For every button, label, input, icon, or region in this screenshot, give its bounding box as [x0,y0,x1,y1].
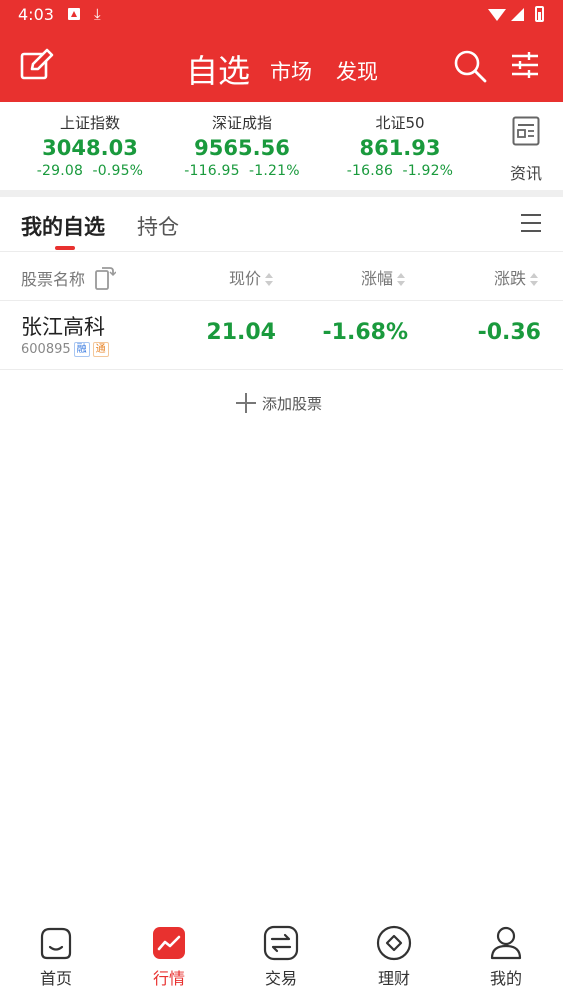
stock-code: 600895 融通 [21,342,109,357]
section-divider [0,190,563,197]
nav-label: 我的 [489,969,522,988]
index-card-shenzhen[interactable]: 深证成指 9565.56 -116.95 -1.21% [167,102,317,190]
nav-label: 理财 [377,969,410,988]
news-button[interactable]: 资讯 [498,110,554,186]
page-title[interactable]: 自选 [186,46,250,92]
tab-watchlist[interactable]: 我的自选 [21,211,105,241]
battery-icon [535,6,544,22]
wealth-diamond-icon [376,925,412,961]
news-icon [512,116,540,146]
profile-icon [490,926,522,960]
nav-profile[interactable]: 我的 [466,915,546,995]
index-name: 深证成指 [211,114,272,132]
index-change: -16.86 -1.92% [346,163,454,179]
col-header-pct[interactable]: 涨幅 [361,265,406,289]
stock-change: -0.36 [477,320,541,345]
active-tab-indicator [55,246,75,250]
nav-wealth[interactable]: 理财 [354,915,434,995]
col-header-price[interactable]: 现价 [229,265,274,289]
home-icon [40,927,72,960]
index-price: 3048.03 [42,136,138,160]
index-name: 上证指数 [59,114,120,132]
filter-settings-icon[interactable] [510,50,540,80]
wifi-icon [488,9,506,21]
switch-display-icon[interactable] [94,265,117,291]
index-card-bz50[interactable]: 北证50 861.93 -16.86 -1.92% [325,102,475,190]
nav-label: 交易 [264,969,297,988]
nav-label: 行情 [152,969,185,988]
sort-icon [530,272,539,287]
index-change: -116.95 -1.21% [184,163,300,179]
search-icon[interactable] [452,48,488,84]
cellular-signal-icon [511,8,524,21]
col-header-name[interactable]: 股票名称 [21,265,117,291]
stock-name: 张江高科 [21,315,105,339]
nav-home[interactable]: 首页 [16,915,96,995]
sort-icon [397,272,406,287]
download-icon: ⤓ [94,5,101,23]
col-header-change[interactable]: 涨跌 [494,265,539,289]
stock-pct: -1.68% [322,320,408,345]
bottom-nav: 首页 行情 交易 理财 我的 [0,915,563,1000]
tab-discover[interactable]: 发现 [336,56,378,86]
index-price: 9565.56 [194,136,290,160]
notification-icon [68,8,80,20]
index-price: 861.93 [359,136,441,160]
tab-market[interactable]: 市场 [270,56,312,86]
status-time: 4:03 [18,5,54,24]
menu-icon[interactable] [520,212,542,234]
stock-price: 21.04 [206,320,276,345]
trade-exchange-icon [263,925,299,961]
divider [0,251,563,252]
add-stock-label: 添加股票 [262,395,323,413]
nav-label: 首页 [39,969,72,988]
connect-tag: 通 [92,342,109,357]
index-card-shanghai[interactable]: 上证指数 3048.03 -29.08 -0.95% [15,102,165,190]
nav-trade[interactable]: 交易 [241,915,321,995]
add-stock-button[interactable]: 添加股票 [236,393,322,414]
index-name: 北证50 [375,114,425,132]
status-bar: 4:03 ⤓ [0,0,563,30]
market-chart-icon [153,927,185,959]
top-bar: 4:03 ⤓ 自选 市场 发现 [0,0,563,102]
divider [0,369,563,370]
index-change: -29.08 -0.95% [36,163,144,179]
tab-holdings[interactable]: 持仓 [137,211,179,241]
edit-icon[interactable] [20,48,54,82]
margin-tag: 融 [73,342,90,357]
nav-market[interactable]: 行情 [129,915,209,995]
sort-icon [265,272,274,287]
news-label: 资讯 [509,164,542,183]
plus-icon [236,393,256,413]
